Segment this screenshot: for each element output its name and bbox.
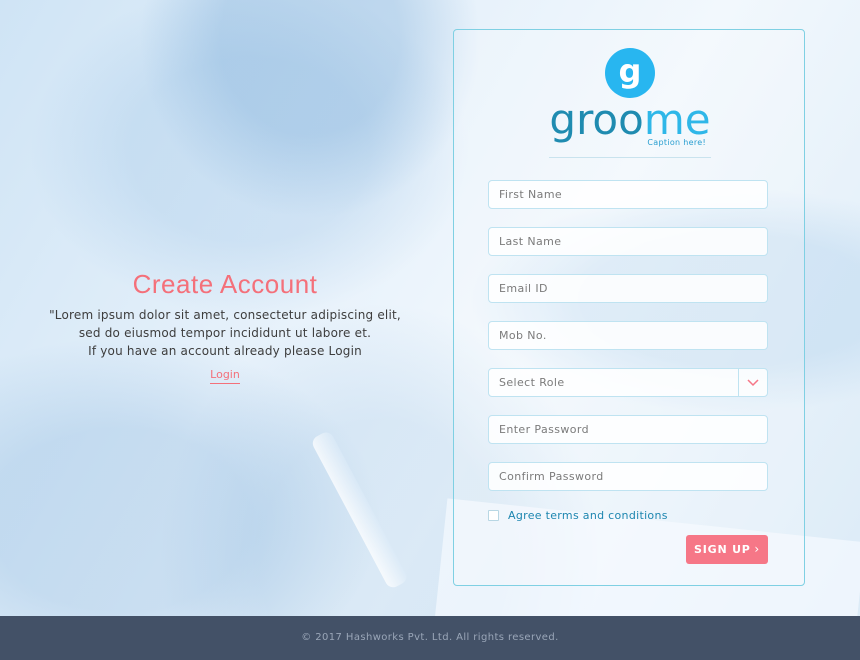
terms-checkbox[interactable] (488, 509, 499, 521)
last-name-input[interactable] (488, 227, 768, 256)
signup-button-label: SIGN UP (694, 543, 751, 556)
login-link[interactable]: Login (210, 368, 240, 384)
terms-label[interactable]: Agree terms and conditions (508, 509, 668, 522)
logo-wordmark-part2: me (643, 95, 711, 144)
password-input[interactable] (488, 415, 768, 444)
intro-text-line-3: If you have an account already please Lo… (88, 344, 362, 358)
terms-agreement: Agree terms and conditions (488, 507, 668, 523)
chevron-right-icon: › (754, 542, 760, 556)
intro-text-line-1: "Lorem ipsum dolor sit amet, consectetur… (49, 308, 401, 322)
page-footer: © 2017 Hashworks Pvt. Ltd. All rights re… (0, 616, 860, 660)
logo-wordmark: groome (454, 99, 806, 141)
background-pen (310, 429, 410, 591)
brand-logo: g groome Caption here! (454, 48, 806, 158)
role-select[interactable]: Select Role (488, 368, 768, 397)
confirm-password-input[interactable] (488, 462, 768, 491)
chevron-down-icon[interactable] (738, 369, 767, 396)
role-select-label: Select Role (499, 376, 565, 389)
logo-divider (549, 157, 711, 158)
page-title: Create Account (132, 269, 318, 299)
mobile-input[interactable] (488, 321, 768, 350)
copyright-text: © 2017 Hashworks Pvt. Ltd. All rights re… (301, 632, 559, 643)
intro-section: Create Account "Lorem ipsum dolor sit am… (40, 262, 410, 384)
email-input[interactable] (488, 274, 768, 303)
intro-text-line-2: sed do eiusmod tempor incididunt ut labo… (78, 326, 372, 340)
signup-card: g groome Caption here! Select Role Agree… (453, 29, 805, 586)
first-name-input[interactable] (488, 180, 768, 209)
logo-wordmark-part1: groo (549, 95, 644, 144)
logo-badge-icon: g (605, 48, 655, 98)
signup-button[interactable]: SIGN UP › (686, 535, 768, 564)
